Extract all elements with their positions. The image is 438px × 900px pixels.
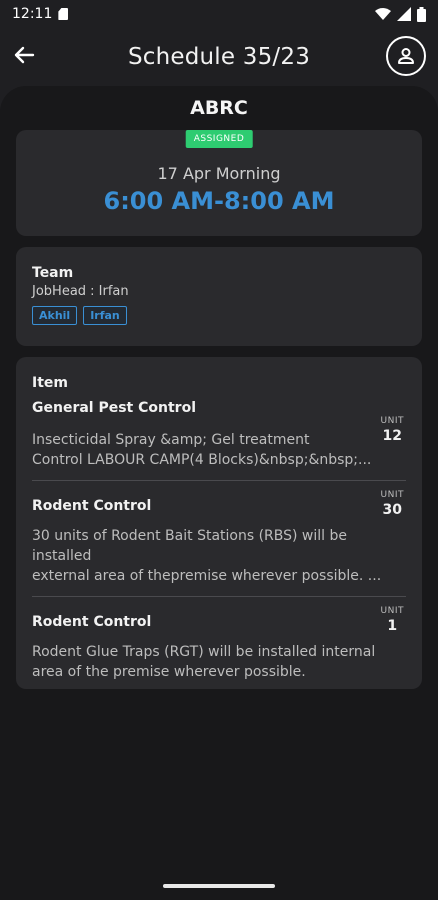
item-description: Rodent Glue Traps (RGT) will be installe… <box>32 644 376 680</box>
items-title: Item <box>32 375 68 391</box>
sd-card-icon <box>58 8 69 20</box>
back-button[interactable] <box>10 41 38 69</box>
wifi-icon <box>375 8 391 20</box>
unit-value: 12 <box>382 428 402 444</box>
list-item[interactable]: Rodent Control UNIT 1 Rodent Glue Traps … <box>32 596 406 692</box>
unit-label: UNIT <box>380 490 404 500</box>
team-title: Team <box>32 265 74 281</box>
team-card: Team JobHead : Irfan Akhil Irfan <box>16 247 422 346</box>
page-title: Schedule 35/23 <box>127 44 311 70</box>
arrow-left-icon <box>14 46 35 64</box>
profile-button[interactable] <box>386 36 426 76</box>
unit-label: UNIT <box>380 606 404 616</box>
team-member-chip: Irfan <box>83 306 127 325</box>
status-bar: 12:11 <box>0 0 438 28</box>
item-name: Rodent Control <box>32 614 152 630</box>
item-description: 30 units of Rodent Bait Stations (RBS) w… <box>32 528 382 584</box>
team-member-chip: Akhil <box>32 306 78 325</box>
status-badge: ASSIGNED <box>185 130 253 148</box>
person-icon <box>398 48 414 64</box>
schedule-time-range: 6:00 AM-8:00 AM <box>103 187 335 215</box>
home-indicator[interactable] <box>163 884 275 888</box>
list-item[interactable]: General Pest Control UNIT 12 Insecticida… <box>32 400 406 480</box>
status-time: 12:11 <box>12 6 53 22</box>
job-head: JobHead : Irfan <box>32 284 129 299</box>
schedule-date: 17 Apr Morning <box>157 164 281 183</box>
unit-label: UNIT <box>380 416 404 426</box>
signal-icon <box>397 7 411 21</box>
unit-box: UNIT 30 <box>381 490 404 518</box>
item-name: General Pest Control <box>32 400 197 416</box>
app-header: Schedule 35/23 <box>0 28 438 86</box>
battery-icon <box>417 6 426 22</box>
team-members: Akhil Irfan <box>32 306 406 325</box>
item-description: Insecticidal Spray &amp; Gel treatment C… <box>32 432 372 468</box>
item-name: Rodent Control <box>32 498 152 514</box>
list-item[interactable]: Rodent Control UNIT 30 30 units of Roden… <box>32 480 406 596</box>
unit-value: 30 <box>382 502 402 518</box>
unit-box: UNIT 1 <box>381 606 404 634</box>
items-card: Item General Pest Control UNIT 12 Insect… <box>16 357 422 689</box>
schedule-card: ASSIGNED 17 Apr Morning 6:00 AM-8:00 AM <box>16 130 422 236</box>
content-sheet: ABRC ASSIGNED 17 Apr Morning 6:00 AM-8:0… <box>0 86 438 900</box>
unit-box: UNIT 12 <box>381 416 404 444</box>
client-name: ABRC <box>190 97 248 119</box>
unit-value: 1 <box>387 618 398 634</box>
